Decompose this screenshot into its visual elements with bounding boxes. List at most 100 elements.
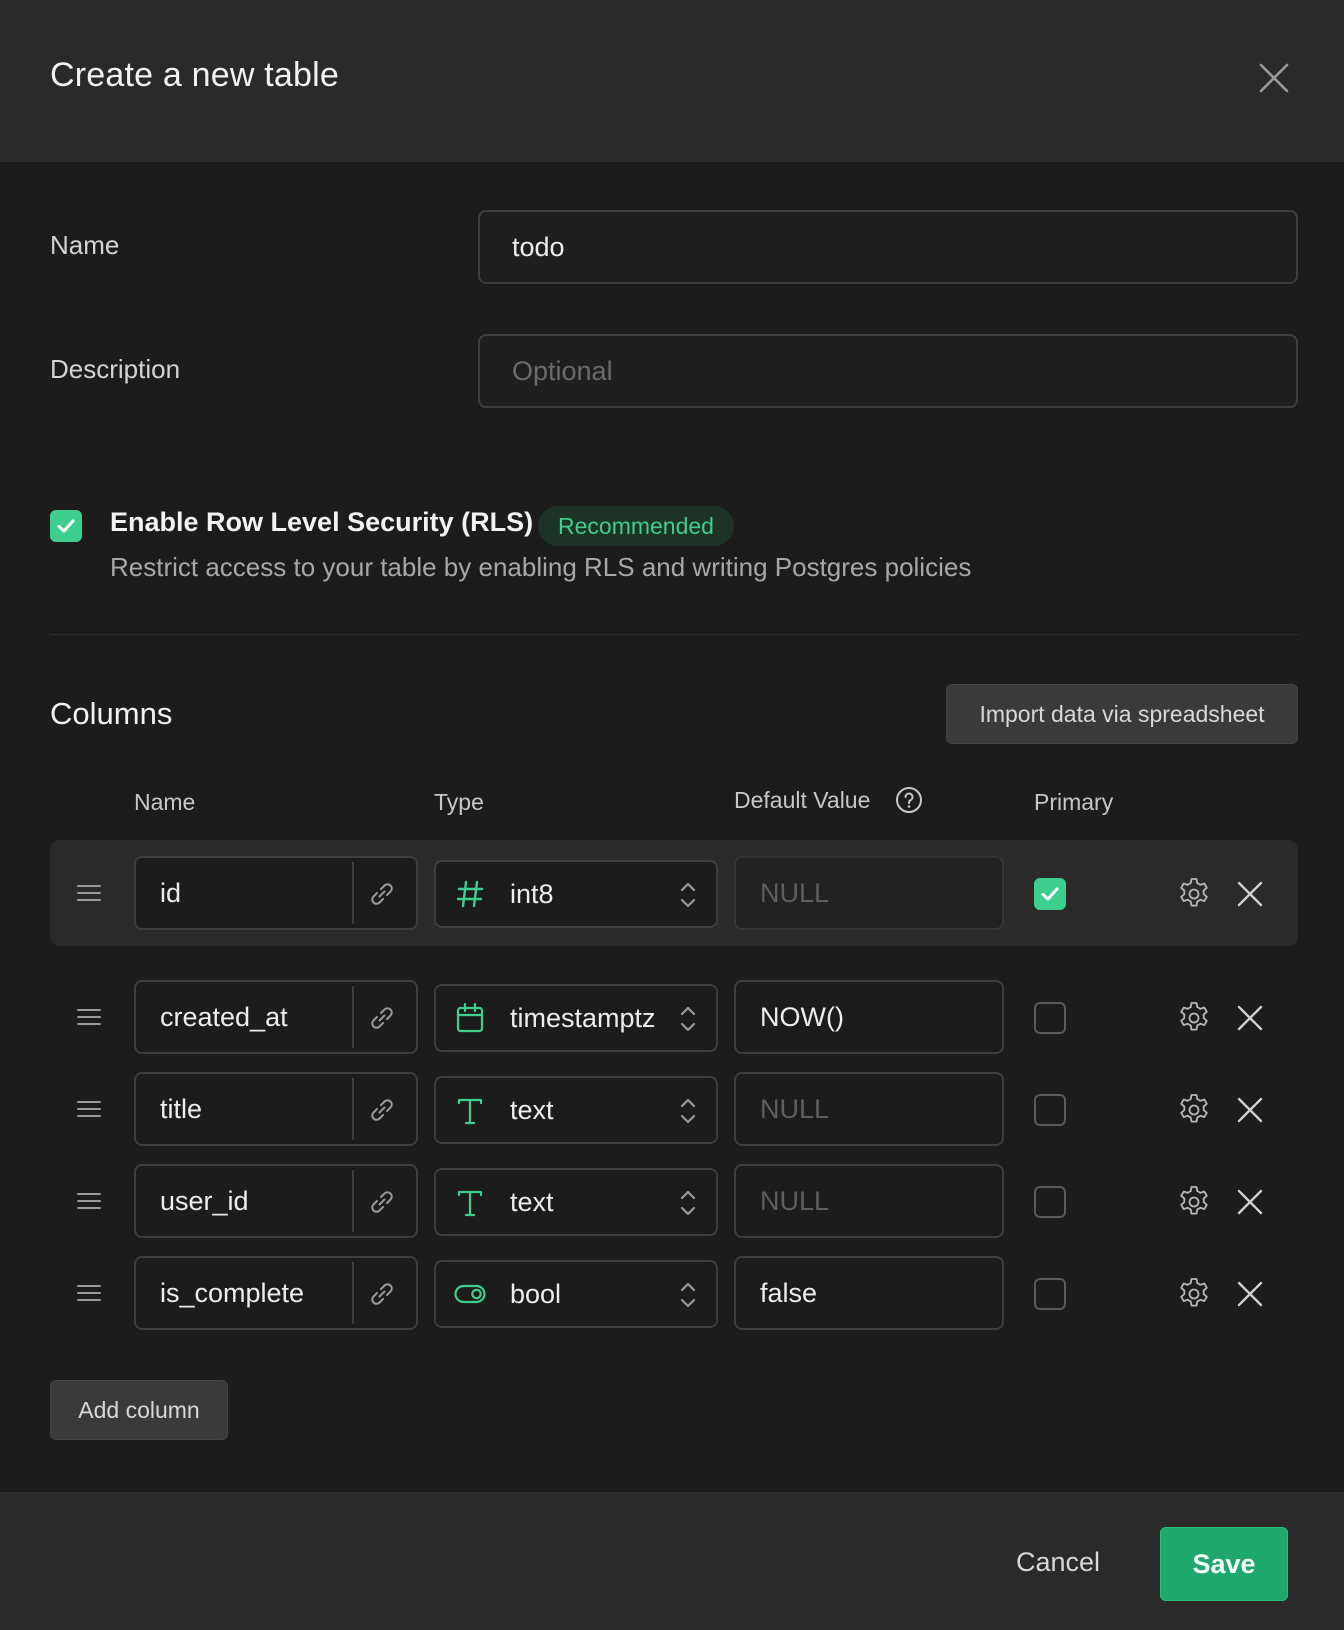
table-row: id int8 NULL bbox=[50, 840, 1298, 946]
default-value: NOW() bbox=[760, 1002, 844, 1032]
column-header-default: Default Value bbox=[734, 787, 871, 813]
chevron-updown-icon bbox=[680, 1282, 696, 1308]
save-button[interactable]: Save bbox=[1160, 1527, 1288, 1601]
default-value-input[interactable]: NULL bbox=[734, 1072, 1004, 1146]
close-icon[interactable] bbox=[1256, 60, 1292, 96]
default-value: NULL bbox=[760, 878, 830, 908]
column-name-input[interactable]: title bbox=[134, 1072, 418, 1146]
column-type-value: text bbox=[510, 1187, 554, 1217]
remove-column-icon[interactable] bbox=[1236, 1096, 1264, 1124]
remove-column-icon[interactable] bbox=[1236, 880, 1264, 908]
gear-icon[interactable] bbox=[1176, 1184, 1212, 1220]
column-name-input[interactable]: id bbox=[134, 856, 418, 930]
column-type-select[interactable]: bool bbox=[434, 1260, 718, 1328]
primary-key-checkbox[interactable] bbox=[1034, 1094, 1066, 1126]
divider bbox=[50, 634, 1298, 635]
default-value-input[interactable]: NOW() bbox=[734, 980, 1004, 1054]
remove-column-icon[interactable] bbox=[1236, 1188, 1264, 1216]
drag-handle-icon[interactable] bbox=[76, 1188, 102, 1214]
drag-handle-icon[interactable] bbox=[76, 880, 102, 906]
link-icon[interactable] bbox=[366, 1002, 398, 1034]
chevron-updown-icon bbox=[680, 1098, 696, 1124]
link-icon[interactable] bbox=[366, 1278, 398, 1310]
column-header-primary: Primary bbox=[1034, 789, 1114, 815]
column-name-input[interactable]: created_at bbox=[134, 980, 418, 1054]
text-type-icon bbox=[457, 1098, 483, 1125]
panel-footer: Cancel Save bbox=[0, 1492, 1344, 1630]
columns-title: Columns bbox=[50, 696, 173, 731]
column-type-select[interactable]: int8 bbox=[434, 860, 718, 928]
input-separator bbox=[352, 1078, 354, 1140]
column-header-type: Type bbox=[434, 789, 484, 815]
chevron-updown-icon bbox=[680, 1006, 696, 1032]
checkmark-icon bbox=[57, 519, 75, 533]
column-name-value: user_id bbox=[160, 1186, 249, 1216]
chevron-updown-icon bbox=[680, 882, 696, 908]
input-separator bbox=[352, 986, 354, 1048]
table-row: is_complete bool false bbox=[50, 1240, 1298, 1346]
link-icon[interactable] bbox=[366, 1186, 398, 1218]
description-input[interactable] bbox=[478, 334, 1298, 408]
column-type-value: int8 bbox=[510, 879, 554, 909]
column-name-value: is_complete bbox=[160, 1278, 305, 1308]
rls-title: Enable Row Level Security (RLS) bbox=[110, 507, 534, 537]
input-separator bbox=[352, 1170, 354, 1232]
gear-icon[interactable] bbox=[1176, 1092, 1212, 1128]
name-label: Name bbox=[50, 230, 120, 260]
primary-key-checkbox[interactable] bbox=[1034, 1002, 1066, 1034]
column-type-value: text bbox=[510, 1095, 554, 1125]
table-name-input[interactable] bbox=[478, 210, 1298, 284]
input-separator bbox=[352, 1262, 354, 1324]
column-type-select[interactable]: timestamptz bbox=[434, 984, 718, 1052]
help-circle-icon[interactable] bbox=[895, 786, 923, 814]
description-label: Description bbox=[50, 354, 181, 384]
default-value: NULL bbox=[760, 1094, 830, 1124]
add-column-button[interactable]: Add column bbox=[50, 1380, 228, 1440]
column-name-value: created_at bbox=[160, 1002, 288, 1032]
primary-key-checkbox[interactable] bbox=[1034, 878, 1066, 910]
column-type-select[interactable]: text bbox=[434, 1076, 718, 1144]
column-header-name: Name bbox=[134, 789, 196, 815]
column-name-input[interactable]: is_complete bbox=[134, 1256, 418, 1330]
drag-handle-icon[interactable] bbox=[76, 1096, 102, 1122]
table-row: title text NULL bbox=[50, 1056, 1298, 1162]
cancel-button[interactable]: Cancel bbox=[990, 1525, 1126, 1599]
text-type-icon bbox=[457, 1190, 483, 1217]
column-name-input[interactable]: user_id bbox=[134, 1164, 418, 1238]
column-name-value: title bbox=[160, 1094, 203, 1124]
recommended-badge: Recommended bbox=[538, 506, 734, 546]
import-spreadsheet-button[interactable]: Import data via spreadsheet bbox=[946, 684, 1298, 744]
gear-icon[interactable] bbox=[1176, 876, 1212, 912]
input-separator bbox=[352, 862, 354, 924]
rls-checkbox[interactable] bbox=[50, 510, 82, 542]
gear-icon[interactable] bbox=[1176, 1000, 1212, 1036]
chevron-updown-icon bbox=[680, 1190, 696, 1216]
link-icon[interactable] bbox=[366, 1094, 398, 1126]
column-type-value: timestamptz bbox=[510, 1003, 656, 1033]
default-value-input[interactable]: NULL bbox=[734, 1164, 1004, 1238]
table-row: user_id text NULL bbox=[50, 1148, 1298, 1254]
remove-column-icon[interactable] bbox=[1236, 1004, 1264, 1032]
column-name-value: id bbox=[160, 878, 182, 908]
column-type-select[interactable]: text bbox=[434, 1168, 718, 1236]
panel-header: Create a new table bbox=[0, 0, 1344, 162]
calendar-icon bbox=[456, 1002, 484, 1033]
default-value: NULL bbox=[760, 1186, 830, 1216]
default-value-input[interactable]: false bbox=[734, 1256, 1004, 1330]
primary-key-checkbox[interactable] bbox=[1034, 1278, 1066, 1310]
rls-description: Restrict access to your table by enablin… bbox=[110, 552, 972, 582]
default-value: false bbox=[760, 1278, 818, 1308]
column-type-value: bool bbox=[510, 1279, 562, 1309]
drag-handle-icon[interactable] bbox=[76, 1004, 102, 1030]
table-row: created_at timestamptz NOW() bbox=[50, 964, 1298, 1070]
default-value-input[interactable]: NULL bbox=[734, 856, 1004, 930]
remove-column-icon[interactable] bbox=[1236, 1280, 1264, 1308]
primary-key-checkbox[interactable] bbox=[1034, 1186, 1066, 1218]
link-icon[interactable] bbox=[366, 878, 398, 910]
gear-icon[interactable] bbox=[1176, 1276, 1212, 1312]
drag-handle-icon[interactable] bbox=[76, 1280, 102, 1306]
hash-icon bbox=[456, 880, 484, 908]
create-table-panel: Create a new table Name Description Enab… bbox=[0, 0, 1344, 1630]
checkmark-icon bbox=[1041, 887, 1059, 901]
toggle-icon bbox=[454, 1284, 486, 1304]
